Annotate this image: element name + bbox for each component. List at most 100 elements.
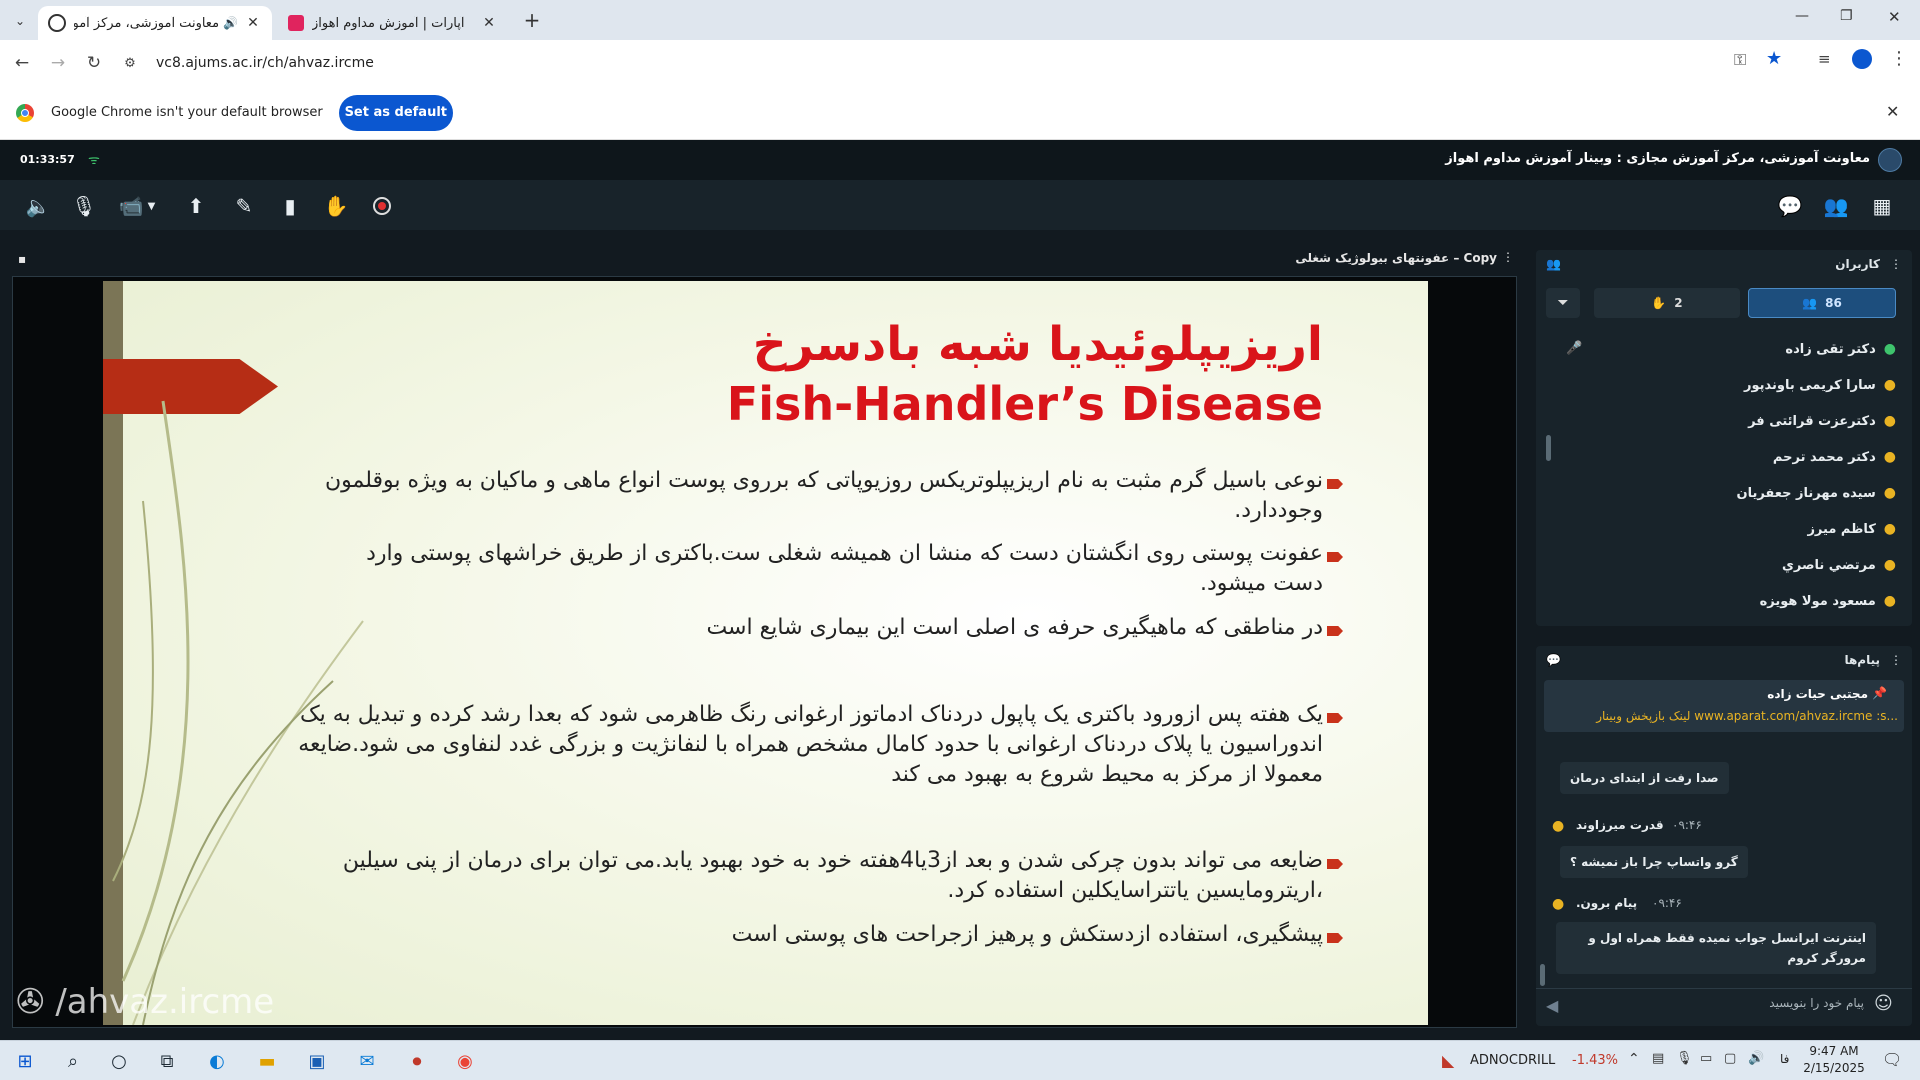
file-explorer-icon[interactable]: ▬	[252, 1047, 282, 1075]
pen-tool-button[interactable]: ✎	[228, 190, 260, 222]
send-message-icon[interactable]: ◀	[1546, 996, 1558, 1015]
bullet-marker-icon	[1327, 479, 1343, 489]
speaker-button[interactable]: 🔈	[22, 190, 54, 222]
input-language[interactable]: فا	[1780, 1052, 1789, 1066]
users-scrollbar[interactable]	[1546, 435, 1551, 461]
message-bubble: گرو واتساپ چرا باز نمیشه ؟	[1560, 846, 1748, 878]
user-item[interactable]: دکترعزت قرائتی فر ●	[1556, 406, 1896, 436]
message-author: پیام برون.	[1576, 896, 1638, 910]
cortana-icon[interactable]: ○	[104, 1047, 134, 1075]
reload-icon[interactable]: ↻	[80, 49, 108, 77]
recorder-app-icon[interactable]: ⏺	[402, 1047, 432, 1075]
restore-icon[interactable]: ❐	[1840, 8, 1853, 24]
raised-hands-tab[interactable]: ✋ 2	[1594, 288, 1740, 318]
close-tab-icon[interactable]: ✕	[244, 15, 262, 31]
tray-app-icon[interactable]: ▤	[1652, 1051, 1664, 1066]
bullet-marker-icon	[1327, 713, 1343, 723]
raise-hand-button[interactable]: ✋	[320, 190, 352, 222]
bullet-marker-icon	[1327, 552, 1343, 562]
tab-title: آپارات | آموزش مداوم اهواز	[312, 15, 465, 31]
user-item[interactable]: سیده مهرناز جعفریان ●	[1556, 478, 1896, 508]
clock-date[interactable]: 2/15/2025	[1800, 1061, 1868, 1075]
bullet-marker-icon	[1327, 626, 1343, 636]
pinned-link[interactable]: لینک بازپخش وبینار www.aparat.com/ahvaz.…	[1554, 709, 1898, 723]
tab-active[interactable]: معاونت آموزشی، مرکز آموزش 🔊 ✕	[38, 6, 272, 40]
stage-header: ▪ عفونتهای بیولوژیک شغلی – Copy ⋮	[12, 248, 1517, 270]
toolbar: 🔈 🎙 📹 ▼ ⬆ ✎ ▮ ✋ 💬 👥 ▦	[0, 180, 1920, 230]
tray-chevron-icon[interactable]: ⌃	[1628, 1051, 1640, 1067]
chrome-logo-icon	[16, 103, 34, 122]
user-name: دکتر محمد ترحم	[1772, 449, 1876, 465]
app-header: 01:33:57 ᯤ معاونت آموزشی، مرکز آموزش مجا…	[0, 140, 1920, 180]
media-control-icon[interactable]: ≡	[1818, 50, 1831, 68]
record-button[interactable]	[366, 190, 398, 222]
user-item[interactable]: مرتضي ناصري ●	[1556, 550, 1896, 580]
tab-aparat[interactable]: آپارات | آموزش مداوم اهواز ✕	[278, 6, 508, 40]
chrome-menu-icon[interactable]: ⋮	[1890, 48, 1908, 69]
stage-menu-icon[interactable]: ⋮	[1502, 250, 1514, 264]
search-icon[interactable]: ⌕	[58, 1047, 88, 1075]
mic-off-button[interactable]: 🎙	[68, 190, 100, 222]
presentation-slide: اریزیپلوئیدیا شبه بادسرخ Fish-Handler’s …	[103, 281, 1428, 1025]
new-tab-icon[interactable]: +	[520, 8, 544, 32]
message-time: ۰۹:۴۶	[1652, 896, 1682, 910]
room-logo-icon	[1878, 148, 1902, 172]
user-name: سیده مهرناز جعفریان	[1736, 485, 1876, 501]
message-input[interactable]: پیام خود را بنویسید	[1580, 996, 1864, 1010]
default-browser-infobar: Google Chrome isn't your default browser…	[0, 86, 1920, 140]
user-item[interactable]: کاظم میرز ●	[1556, 514, 1896, 544]
battery-icon[interactable]: ▭	[1700, 1051, 1712, 1066]
apps-grid-button[interactable]: ▦	[1866, 190, 1898, 222]
url-field[interactable]: vc8.ajums.ac.ir/ch/ahvaz.ircme	[156, 55, 374, 71]
speaker-icon[interactable]: 🔊	[223, 16, 238, 30]
user-item[interactable]: دکتر تقی زاده ●	[1556, 334, 1896, 364]
minimize-icon[interactable]: —	[1795, 8, 1809, 24]
user-item[interactable]: دکتر محمد ترحم ●	[1556, 442, 1896, 472]
volume-icon[interactable]: 🔊	[1748, 1051, 1764, 1066]
all-users-tab[interactable]: 👥 86	[1748, 288, 1896, 318]
mail-icon[interactable]: ✉	[352, 1047, 382, 1075]
emoji-icon[interactable]: ☺	[1874, 993, 1893, 1014]
site-info-icon[interactable]: ⚙	[116, 49, 144, 77]
user-name: مرتضي ناصري	[1781, 557, 1876, 573]
slide-title-persian: اریزیپلوئیدیا شبه بادسرخ	[752, 317, 1323, 372]
slide-bullet-1: نوعی باسیل گرم مثبت به نام اریزیپلوتریکس…	[324, 468, 1323, 523]
bookmark-star-icon[interactable]: ★	[1766, 48, 1782, 69]
camera-off-button[interactable]: 📹 ▼	[114, 190, 160, 222]
users-panel-menu-icon[interactable]: ⋮	[1890, 257, 1902, 271]
chat-toggle-button[interactable]: 💬	[1774, 190, 1806, 222]
back-icon[interactable]: ←	[8, 49, 36, 77]
share-screen-button[interactable]: ⬆	[180, 190, 212, 222]
messages-scrollbar[interactable]	[1540, 964, 1545, 986]
user-item[interactable]: مسعود مولا هویزه ●	[1556, 586, 1896, 616]
close-window-icon[interactable]: ✕	[1888, 8, 1901, 26]
message-user-icon: ●	[1552, 818, 1565, 834]
task-view-icon[interactable]: ⧉	[152, 1047, 182, 1075]
profile-avatar[interactable]	[1852, 49, 1872, 69]
user-item[interactable]: سارا کریمی باوندپور ●	[1556, 370, 1896, 400]
stock-change: -1.43%	[1572, 1053, 1618, 1068]
microphone-tray-icon[interactable]: 🎙	[1676, 1051, 1693, 1066]
pinned-message[interactable]: 📌 مجتبی حیات زاده لینک بازپخش وبینار www…	[1544, 680, 1904, 732]
filter-users-button[interactable]: ⏷	[1546, 288, 1580, 318]
edge-icon[interactable]: ◐	[202, 1047, 232, 1075]
key-icon[interactable]: ⚿	[1734, 50, 1746, 70]
set-as-default-button[interactable]: Set as default	[338, 94, 453, 131]
slide-bullet-6: پیشگیری، استفاده ازدستکش و پرهیز ازجراحت…	[731, 922, 1323, 947]
files-button[interactable]: ▮	[274, 190, 306, 222]
network-icon[interactable]: ▢	[1724, 1051, 1736, 1066]
close-infobar-icon[interactable]: ✕	[1886, 102, 1899, 121]
close-tab-icon[interactable]: ✕	[480, 15, 498, 31]
slide-bullet-4: یک هفته پس ازورود باکتری یک پاپول دردناک…	[298, 702, 1323, 787]
all-users-count: 86	[1825, 296, 1842, 310]
clock-time[interactable]: 9:47 AM	[1800, 1044, 1868, 1058]
chrome-taskbar-icon[interactable]: ◉	[450, 1047, 480, 1075]
windows-start-icon[interactable]: ⊞	[10, 1047, 40, 1075]
users-toggle-button[interactable]: 👥	[1820, 190, 1852, 222]
tab-search-chevron-icon[interactable]: ⌄	[8, 10, 32, 32]
store-icon[interactable]: ▣	[302, 1047, 332, 1075]
stage-files-icon[interactable]: ▪	[18, 252, 26, 266]
forward-icon[interactable]: →	[44, 49, 72, 77]
notifications-icon[interactable]: 🗨	[1882, 1050, 1902, 1069]
messages-panel-menu-icon[interactable]: ⋮	[1890, 653, 1902, 667]
